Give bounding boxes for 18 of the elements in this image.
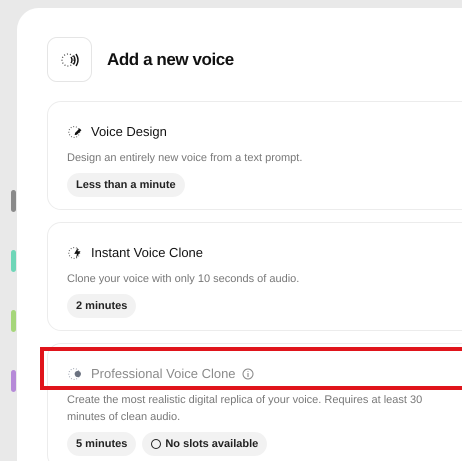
blurred-blob	[11, 250, 16, 272]
option-title: Instant Voice Clone	[91, 244, 204, 262]
duration-tag: 2 minutes	[67, 294, 136, 318]
voice-icon	[47, 37, 92, 82]
duration-tag: 5 minutes	[67, 432, 136, 456]
option-description: Clone your voice with only 10 seconds of audio.	[67, 272, 300, 286]
voice-option-card[interactable]: Voice Design Design an entirely new voice from a text prompt. Less than a minute	[47, 101, 462, 210]
status-tag: No slots available	[142, 432, 268, 456]
duration-tag: Less than a minute	[67, 172, 185, 197]
blurred-blob	[11, 190, 16, 212]
blurred-blob	[11, 310, 16, 332]
option-title: Professional Voice Clone	[91, 365, 236, 383]
option-description: Create the most realistic digital replica of your voice. Requires at least 30 minutes of clean audio.	[67, 392, 424, 424]
voice-option-card[interactable]: Instant Voice Clone Clone your voice with only 10 seconds of audio. 2 minutes	[47, 222, 462, 331]
dialog-title: Add a new voice	[107, 48, 234, 71]
option-title: Voice Design	[91, 123, 167, 141]
blurred-blob	[11, 370, 16, 392]
option-description: Design an entirely new voice from a text prompt.	[67, 150, 304, 166]
